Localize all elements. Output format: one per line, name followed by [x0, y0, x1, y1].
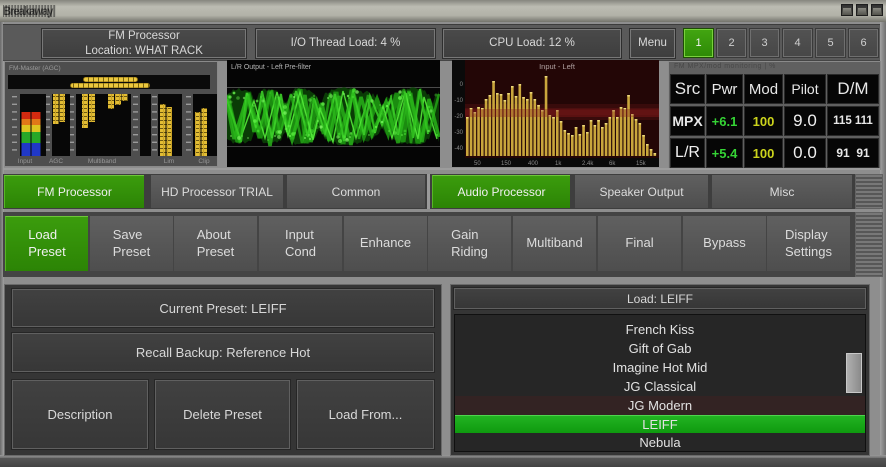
svg-text:Clip: Clip	[198, 158, 210, 165]
svg-text:-10: -10	[454, 98, 463, 104]
svg-text:Lim: Lim	[164, 158, 174, 165]
svg-text:1k: 1k	[555, 161, 562, 167]
svg-text:15k: 15k	[636, 161, 647, 167]
svg-text:150: 150	[501, 161, 512, 167]
svg-text:-40: -40	[454, 146, 463, 152]
svg-text:AGC: AGC	[49, 158, 63, 165]
svg-text:-20: -20	[454, 114, 463, 120]
svg-text:Multiband: Multiband	[88, 158, 117, 165]
svg-text:50: 50	[474, 161, 481, 167]
svg-text:FM-Master (AGC): FM-Master (AGC)	[9, 65, 61, 72]
svg-text:Input - Left: Input - Left	[539, 62, 576, 71]
svg-text:Input: Input	[18, 158, 33, 165]
svg-text:6k: 6k	[609, 161, 616, 167]
svg-text:2.4k: 2.4k	[582, 161, 594, 167]
svg-text:400: 400	[528, 161, 539, 167]
svg-text:L/R Output - Left Pre-filter: L/R Output - Left Pre-filter	[231, 64, 312, 71]
svg-text:-30: -30	[454, 130, 463, 136]
